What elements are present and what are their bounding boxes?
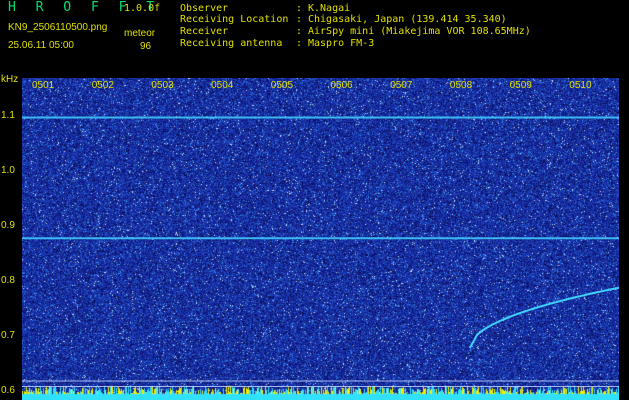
detect-count: 96	[140, 41, 152, 52]
x-tick-label: 0509	[509, 80, 532, 91]
timestamp: 25.06.11 05:00	[8, 40, 74, 51]
info-value-location: Chigasaki, Japan (139.414 35.340)	[308, 14, 507, 25]
y-tick-label: 1.1	[1, 110, 15, 122]
meteor-trail	[468, 286, 619, 349]
detect-label: meteor	[124, 28, 156, 39]
x-tick-label: 0506	[330, 80, 353, 91]
x-tick-label: 0510	[569, 80, 592, 91]
info-sep: :	[296, 38, 303, 49]
info-key-antenna: Receiving antenna	[180, 38, 283, 49]
y-axis-label: kHz	[1, 74, 19, 85]
info-sep: :	[296, 14, 303, 25]
x-tick-label: 0505	[270, 80, 294, 91]
info-sep: :	[296, 26, 303, 37]
file-name: KN9_2506110500.png	[8, 22, 108, 33]
y-tick-label: 0.9	[1, 220, 15, 232]
info-key-location: Receiving Location	[180, 14, 289, 25]
spectrogram-overlay	[22, 116, 619, 388]
y-tick-label: 0.7	[1, 330, 15, 342]
x-tick-label: 0504	[211, 80, 234, 91]
info-value-antenna: Maspro FM-3	[308, 38, 375, 49]
info-key-receiver: Receiver	[180, 26, 229, 37]
right-margin	[620, 74, 629, 400]
y-tick-label: 0.8	[1, 275, 15, 287]
y-tick-label: 0.6	[1, 385, 15, 396]
app-version: 1.0.0f	[124, 3, 161, 14]
y-tick-label: 1.0	[1, 165, 15, 177]
header: H R O F F T 1.0.0f KN9_2506110500.png 25…	[0, 0, 629, 74]
spectrogram	[22, 78, 619, 400]
x-tick-label: 0502	[91, 80, 114, 91]
x-tick-label: 0501	[32, 80, 55, 91]
x-tick-label: 0507	[390, 80, 413, 91]
x-tick-label: 0503	[151, 80, 174, 91]
info-value-receiver: AirSpy mini (Miakejima VOR 108.65MHz)	[308, 26, 531, 37]
x-tick-label: 0508	[449, 80, 473, 91]
